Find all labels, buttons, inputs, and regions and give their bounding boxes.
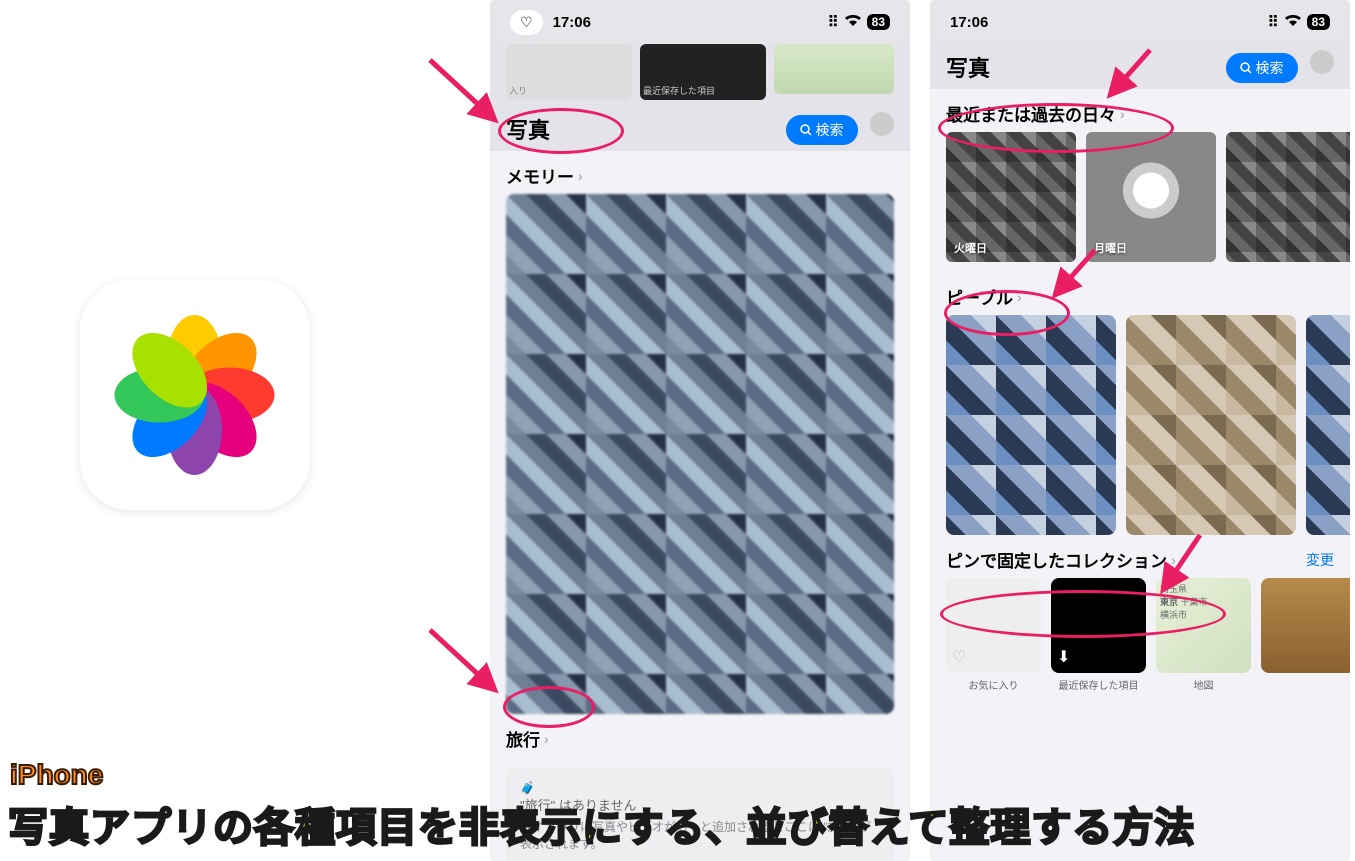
change-link[interactable]: 変更 bbox=[1306, 550, 1334, 570]
status-bar: 17:06 ⠿ 83 bbox=[930, 0, 1350, 44]
chevron-right-icon: › bbox=[1171, 552, 1176, 568]
day-thumb-tuesday[interactable]: 火曜日 bbox=[946, 132, 1076, 262]
caption-line1: iPhone bbox=[10, 759, 103, 791]
phone-screenshot-right: 17:06 ⠿ 83 写真 検索 最近または過去の日々› 火曜日 月曜日 ピープ… bbox=[930, 0, 1350, 861]
search-icon bbox=[800, 124, 812, 136]
chevron-right-icon: › bbox=[1120, 106, 1125, 122]
person-thumb[interactable] bbox=[946, 315, 1116, 535]
person-thumb[interactable] bbox=[1126, 315, 1296, 535]
section-trips[interactable]: 旅行› bbox=[490, 714, 910, 757]
chevron-right-icon: › bbox=[544, 731, 549, 747]
day-thumb[interactable] bbox=[1226, 132, 1350, 262]
wifi-icon bbox=[1285, 14, 1301, 31]
chevron-right-icon: › bbox=[1017, 289, 1022, 305]
section-memories[interactable]: メモリー› bbox=[490, 151, 910, 194]
pin-favorites[interactable]: ♡ お気に入り bbox=[946, 578, 1041, 692]
battery-indicator: 83 bbox=[1307, 14, 1330, 30]
search-button[interactable]: 検索 bbox=[786, 115, 858, 145]
app-title: 写真 bbox=[946, 51, 990, 83]
day-thumb-monday[interactable]: 月曜日 bbox=[1086, 132, 1216, 262]
search-icon bbox=[1240, 62, 1252, 74]
pin-recent-saved[interactable]: ⬇ 最近保存した項目 bbox=[1051, 578, 1146, 692]
photos-app-icon bbox=[80, 280, 310, 510]
memory-photo-blurred[interactable] bbox=[506, 194, 894, 714]
download-icon: ⬇ bbox=[1057, 647, 1070, 667]
status-bar: ♡ 17:06 ⠿ 83 bbox=[490, 0, 910, 44]
pin-map[interactable]: 埼玉県 東京 千葉市 横浜市 地図 bbox=[1156, 578, 1251, 692]
phone-screenshot-left: ♡ 17:06 ⠿ 83 入り 最近保存した項目 写真 検索 メモリー› 旅行› bbox=[490, 0, 910, 861]
search-button[interactable]: 検索 bbox=[1226, 53, 1298, 83]
section-recent-days[interactable]: 最近または過去の日々› bbox=[930, 89, 1350, 132]
chevron-right-icon: › bbox=[578, 168, 583, 184]
battery-indicator: 83 bbox=[867, 14, 890, 30]
app-header: 写真 検索 bbox=[490, 106, 910, 151]
signal-icon: ⠿ bbox=[828, 13, 839, 31]
caption-line2: 写真アプリの各種項目を非表示にする、並び替えて整理する方法 bbox=[8, 795, 1195, 853]
suitcase-icon: 🧳 bbox=[520, 781, 880, 795]
heart-widget: ♡ bbox=[510, 10, 543, 35]
wifi-icon bbox=[845, 14, 861, 31]
app-header: 写真 検索 bbox=[930, 44, 1350, 89]
heart-icon: ♡ bbox=[952, 647, 966, 667]
app-title: 写真 bbox=[506, 113, 550, 145]
profile-avatar[interactable] bbox=[1310, 50, 1334, 74]
section-people[interactable]: ピープル› bbox=[930, 272, 1350, 315]
profile-avatar[interactable] bbox=[870, 112, 894, 136]
signal-icon: ⠿ bbox=[1268, 13, 1279, 31]
status-time: 17:06 bbox=[950, 14, 988, 31]
section-pinned[interactable]: ピンで固定したコレクション› 変更 bbox=[930, 535, 1350, 578]
status-time: 17:06 bbox=[553, 14, 591, 31]
pin-item[interactable] bbox=[1261, 578, 1350, 692]
person-thumb[interactable] bbox=[1306, 315, 1350, 535]
